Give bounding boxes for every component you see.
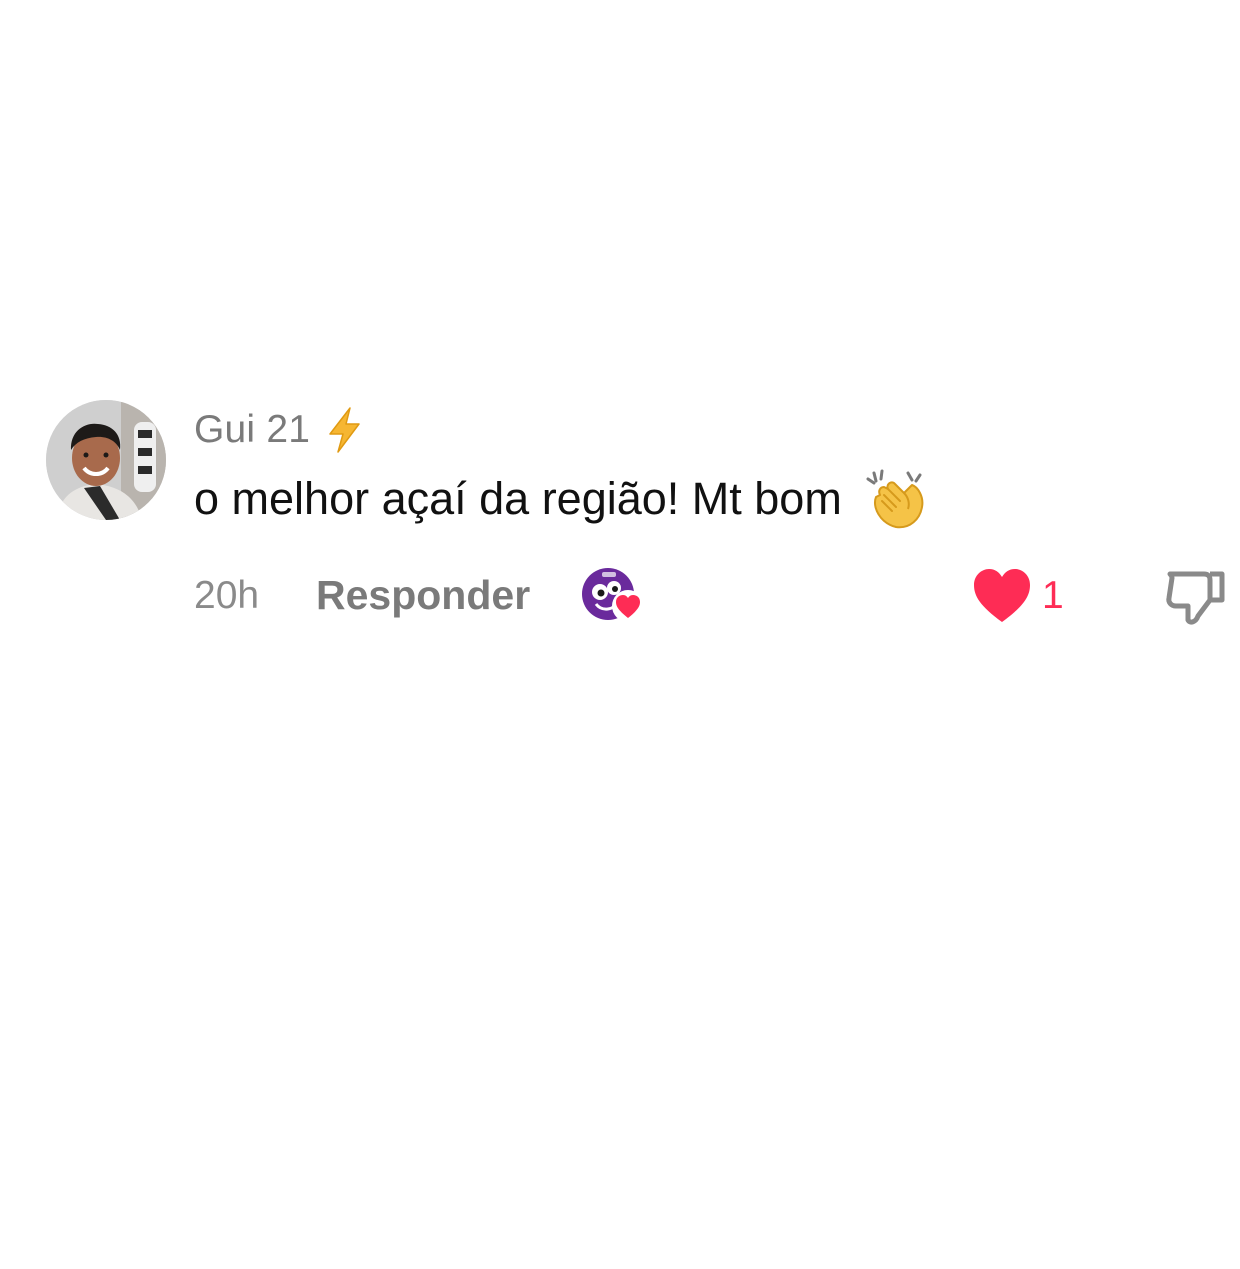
comment-actions: 20h Responder 1 — [194, 566, 1240, 626]
clapping-hands-icon — [864, 467, 928, 531]
dislike-button[interactable] — [1164, 566, 1226, 628]
reply-button[interactable]: Responder — [316, 572, 530, 619]
thumbs-down-icon — [1166, 571, 1225, 625]
comment-text-row: o melhor açaí da região! Mt bom — [194, 466, 928, 532]
like-count: 1 — [1042, 574, 1064, 617]
lightning-bolt-icon — [324, 406, 364, 454]
comment-text: o melhor açaí da região! Mt bom — [194, 473, 842, 524]
comment-timestamp: 20h — [194, 574, 260, 617]
heart-icon — [974, 569, 1030, 622]
creator-avatar-heart-icon — [582, 566, 646, 626]
username-row: Gui 21 — [194, 402, 364, 458]
like-button[interactable] — [972, 568, 1032, 624]
user-avatar[interactable] — [46, 400, 166, 520]
username[interactable]: Gui 21 — [194, 408, 310, 452]
comment-item: Gui 21 o melhor açaí da região! Mt bom 2… — [0, 0, 1240, 1269]
avatar-photo — [46, 400, 166, 520]
